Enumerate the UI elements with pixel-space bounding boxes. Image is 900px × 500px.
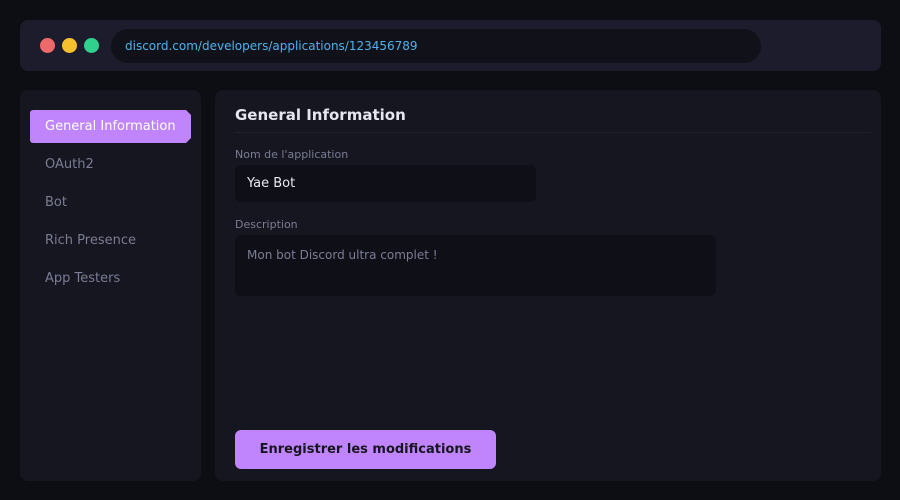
sidebar-item-rich-presence[interactable]: Rich Presence [30,224,191,257]
page-title: General Information [235,106,406,124]
sidebar-item-general-information[interactable]: General Information [30,110,191,143]
app-name-input[interactable] [235,165,536,202]
app-name-label: Nom de l'application [235,148,349,161]
title-divider [235,132,871,133]
sidebar-item-oauth2[interactable]: OAuth2 [30,148,191,181]
sidebar-item-app-testers[interactable]: App Testers [30,262,191,295]
sidebar-item-bot[interactable]: Bot [30,186,191,219]
window-minimize-button[interactable] [62,38,77,53]
window-maximize-button[interactable] [84,38,99,53]
description-label: Description [235,218,298,231]
description-textarea[interactable]: Mon bot Discord ultra complet ! [235,235,716,296]
url-bar[interactable]: discord.com/developers/applications/1234… [111,29,761,63]
save-changes-button[interactable]: Enregistrer les modifications [235,430,496,469]
window-close-button[interactable] [40,38,55,53]
